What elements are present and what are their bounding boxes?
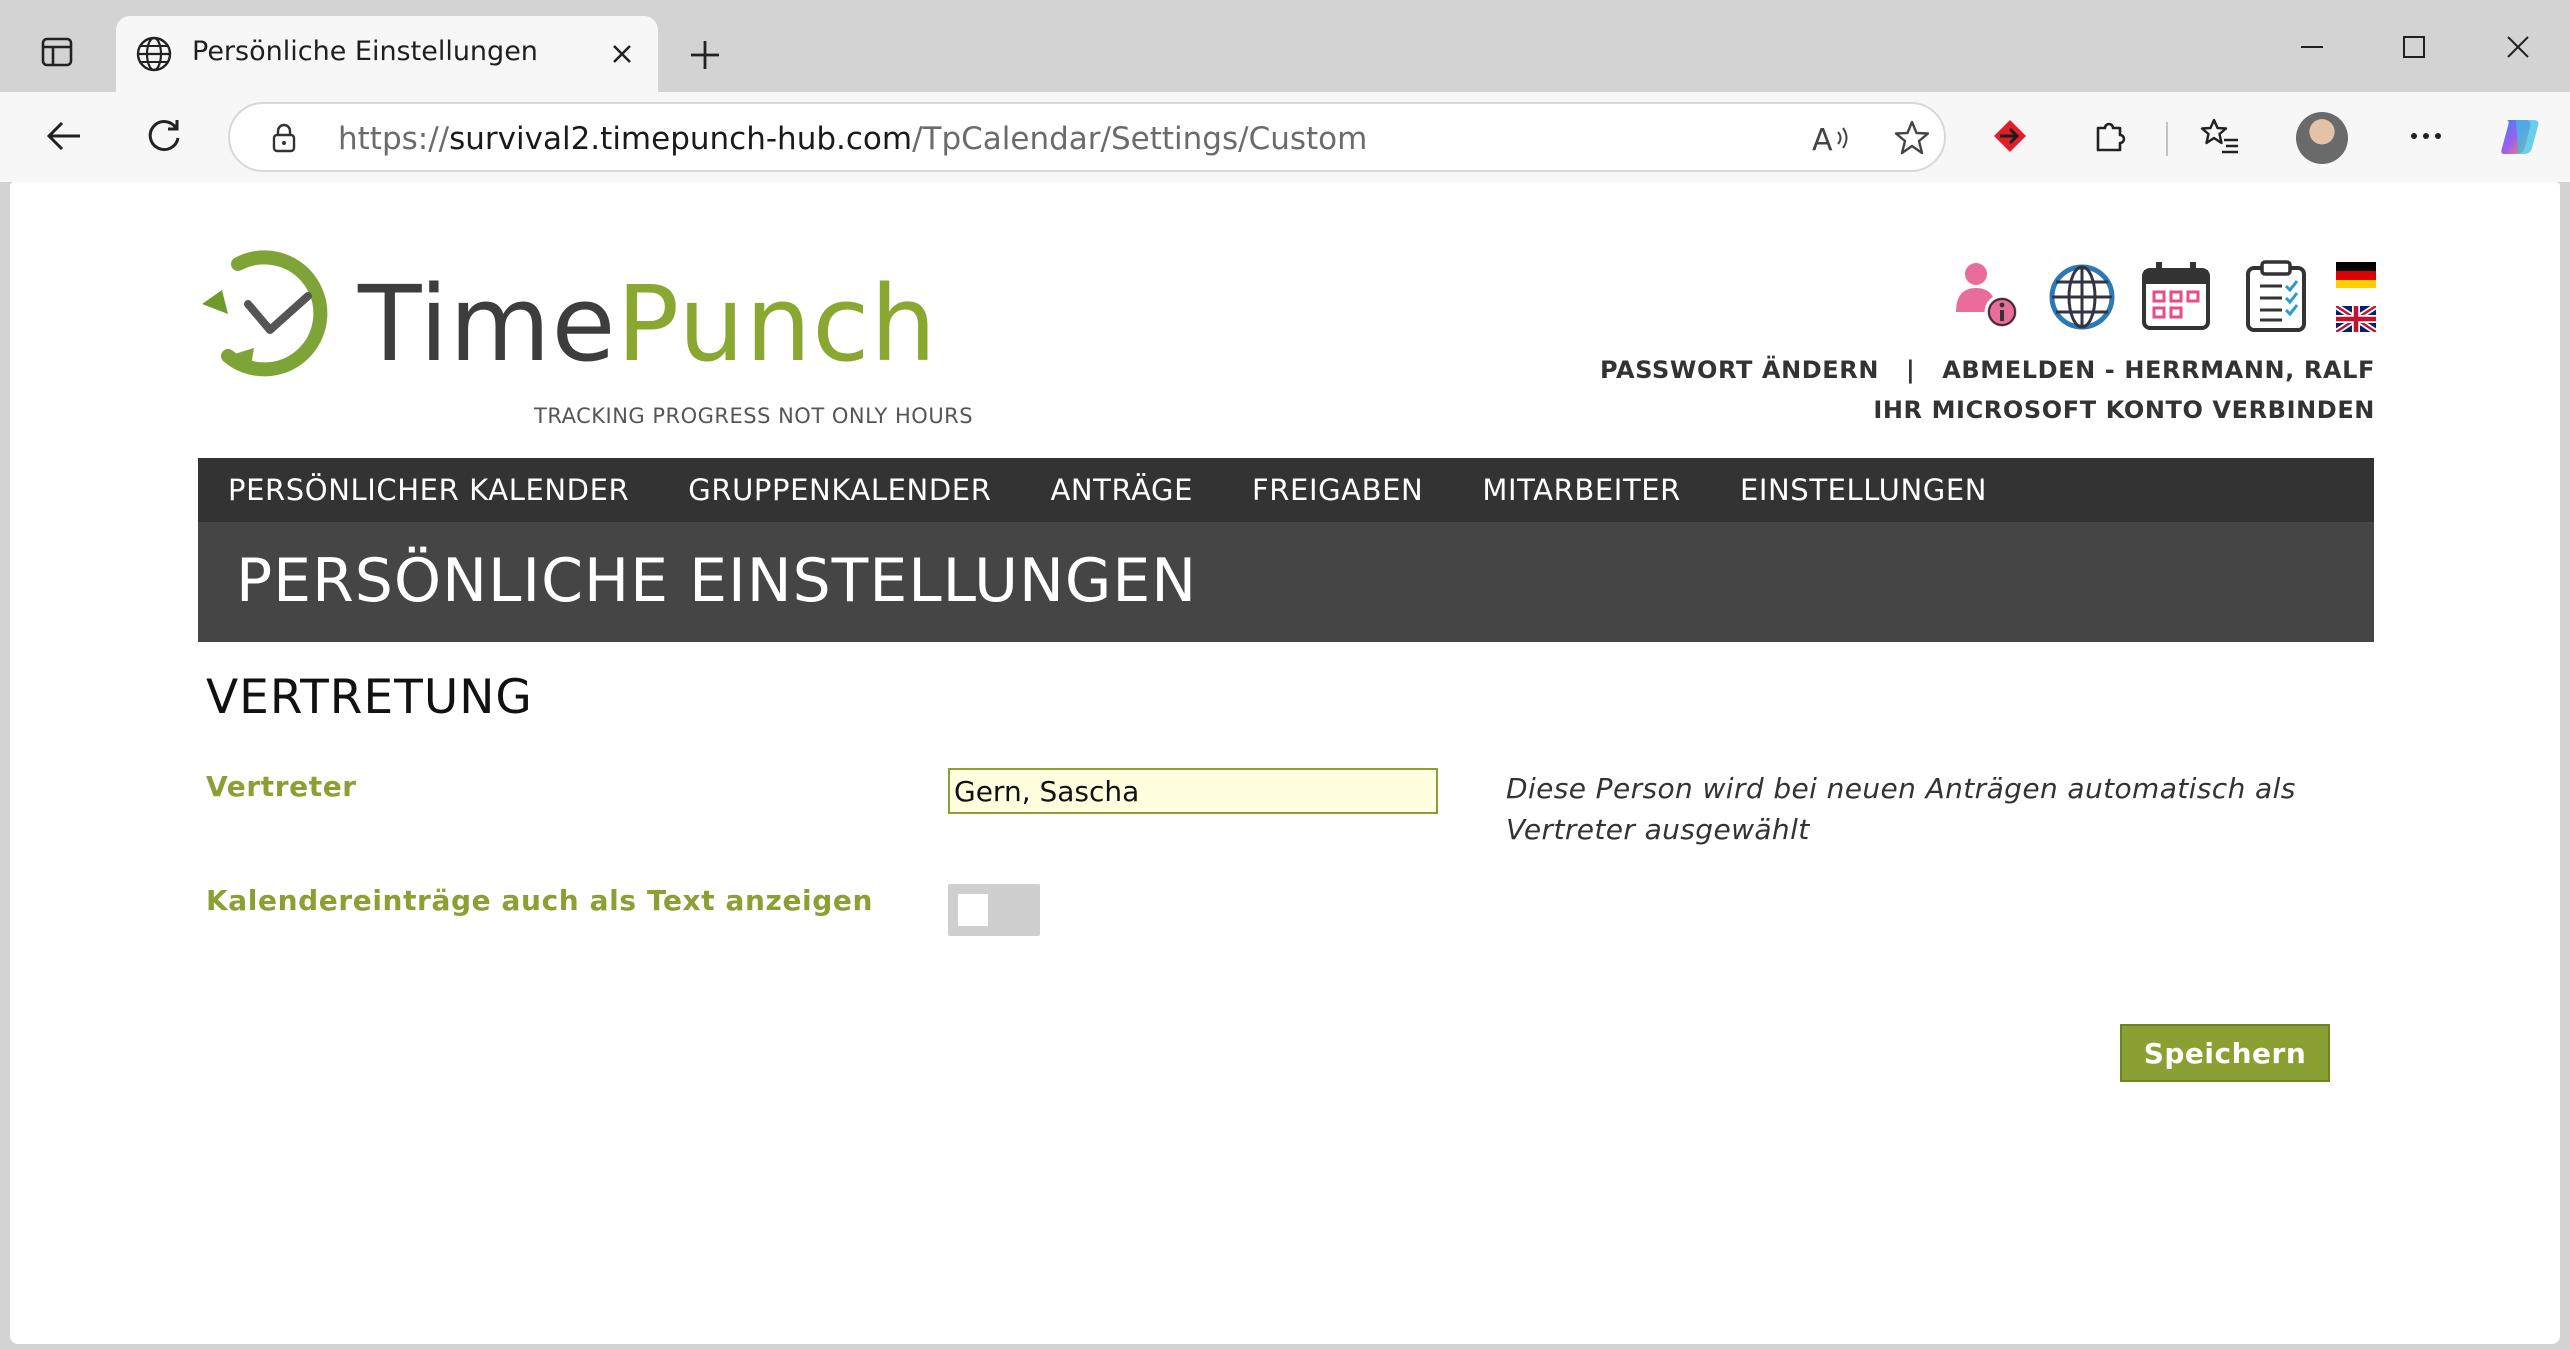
tab-actions-icon[interactable]	[22, 22, 92, 82]
page-title: PERSÖNLICHE EINSTELLUNGEN	[236, 546, 1198, 616]
reload-icon[interactable]	[134, 106, 194, 166]
browser-tab-strip: Persönliche Einstellungen	[0, 0, 2570, 92]
address-bar[interactable]: https://survival2.timepunch-hub.com/TpCa…	[228, 102, 1946, 172]
close-window-icon[interactable]	[2488, 18, 2548, 76]
logo-wordmark: TimePunch	[358, 263, 938, 385]
clock-logo-icon	[202, 250, 328, 377]
globe-icon	[136, 36, 172, 72]
user-info-icon[interactable]	[1950, 260, 2022, 334]
german-flag-icon[interactable]	[2336, 262, 2376, 288]
favorite-star-icon[interactable]	[1882, 108, 1942, 168]
lock-icon[interactable]	[254, 108, 314, 168]
nav-settings[interactable]: EINSTELLUNGEN	[1740, 473, 1987, 507]
svg-text:A: A	[1812, 123, 1833, 156]
representative-input[interactable]	[948, 768, 1438, 814]
new-tab-icon[interactable]	[680, 30, 730, 80]
favorites-list-icon[interactable]	[2190, 106, 2250, 166]
calendar-text-toggle[interactable]	[948, 884, 1040, 936]
clipboard-checklist-icon[interactable]	[2240, 260, 2312, 334]
more-menu-icon[interactable]	[2396, 106, 2456, 166]
page-viewport: TimePunch TRACKING PROGRESS NOT ONLY HOU…	[10, 182, 2560, 1344]
user-links: PASSWORT ÄNDERN | ABMELDEN - HERRMANN, R…	[1600, 350, 2375, 430]
logout-link[interactable]: ABMELDEN - HERRMANN, RALF	[1942, 356, 2375, 384]
tab-title: Persönliche Einstellungen	[192, 36, 538, 67]
section-title: VERTRETUNG	[206, 670, 533, 725]
url-text[interactable]: https://survival2.timepunch-hub.com/TpCa…	[338, 121, 1367, 157]
toggle-knob	[958, 894, 988, 926]
nav-requests[interactable]: ANTRÄGE	[1050, 473, 1193, 507]
english-flag-icon[interactable]	[2336, 306, 2376, 332]
main-navigation: PERSÖNLICHER KALENDER GRUPPENKALENDER AN…	[198, 458, 2374, 522]
read-aloud-icon[interactable]: A	[1802, 108, 1862, 168]
profile-avatar[interactable]	[2296, 112, 2348, 164]
calendar-icon[interactable]	[2140, 260, 2212, 334]
maximize-icon[interactable]	[2384, 18, 2444, 76]
connect-microsoft-link[interactable]: IHR MICROSOFT KONTO VERBINDEN	[1873, 396, 2375, 424]
close-tab-icon[interactable]	[604, 36, 640, 72]
timepunch-logo[interactable]: TimePunch TRACKING PROGRESS NOT ONLY HOU…	[198, 244, 998, 428]
page-title-banner: PERSÖNLICHE EINSTELLUNGEN	[198, 522, 2374, 642]
browser-toolbar: https://survival2.timepunch-hub.com/TpCa…	[0, 92, 2570, 182]
browser-tab[interactable]: Persönliche Einstellungen	[116, 16, 658, 92]
toolbar-separator	[2166, 122, 2168, 156]
nav-employees[interactable]: MITARBEITER	[1482, 473, 1681, 507]
link-separator: |	[1905, 356, 1916, 384]
change-password-link[interactable]: PASSWORT ÄNDERN	[1600, 356, 1879, 384]
representative-hint: Diese Person wird bei neuen Anträgen aut…	[1506, 772, 2296, 846]
logo-tagline: TRACKING PROGRESS NOT ONLY HOURS	[534, 404, 974, 428]
nav-group-calendar[interactable]: GRUPPENKALENDER	[688, 473, 991, 507]
nav-approvals[interactable]: FREIGABEN	[1252, 473, 1423, 507]
copilot-icon[interactable]	[2490, 106, 2550, 166]
save-button[interactable]: Speichern	[2120, 1024, 2330, 1082]
calendar-text-label: Kalendereinträge auch als Text anzeigen	[206, 884, 874, 917]
minimize-icon[interactable]	[2282, 18, 2342, 76]
representative-label: Vertreter	[206, 770, 357, 803]
nav-personal-calendar[interactable]: PERSÖNLICHER KALENDER	[228, 473, 629, 507]
extension-red-icon[interactable]	[1980, 106, 2040, 166]
header-icon-bar	[1950, 260, 2390, 340]
back-icon[interactable]	[34, 106, 94, 166]
extensions-puzzle-icon[interactable]	[2080, 106, 2140, 166]
language-globe-icon[interactable]	[2046, 260, 2118, 334]
